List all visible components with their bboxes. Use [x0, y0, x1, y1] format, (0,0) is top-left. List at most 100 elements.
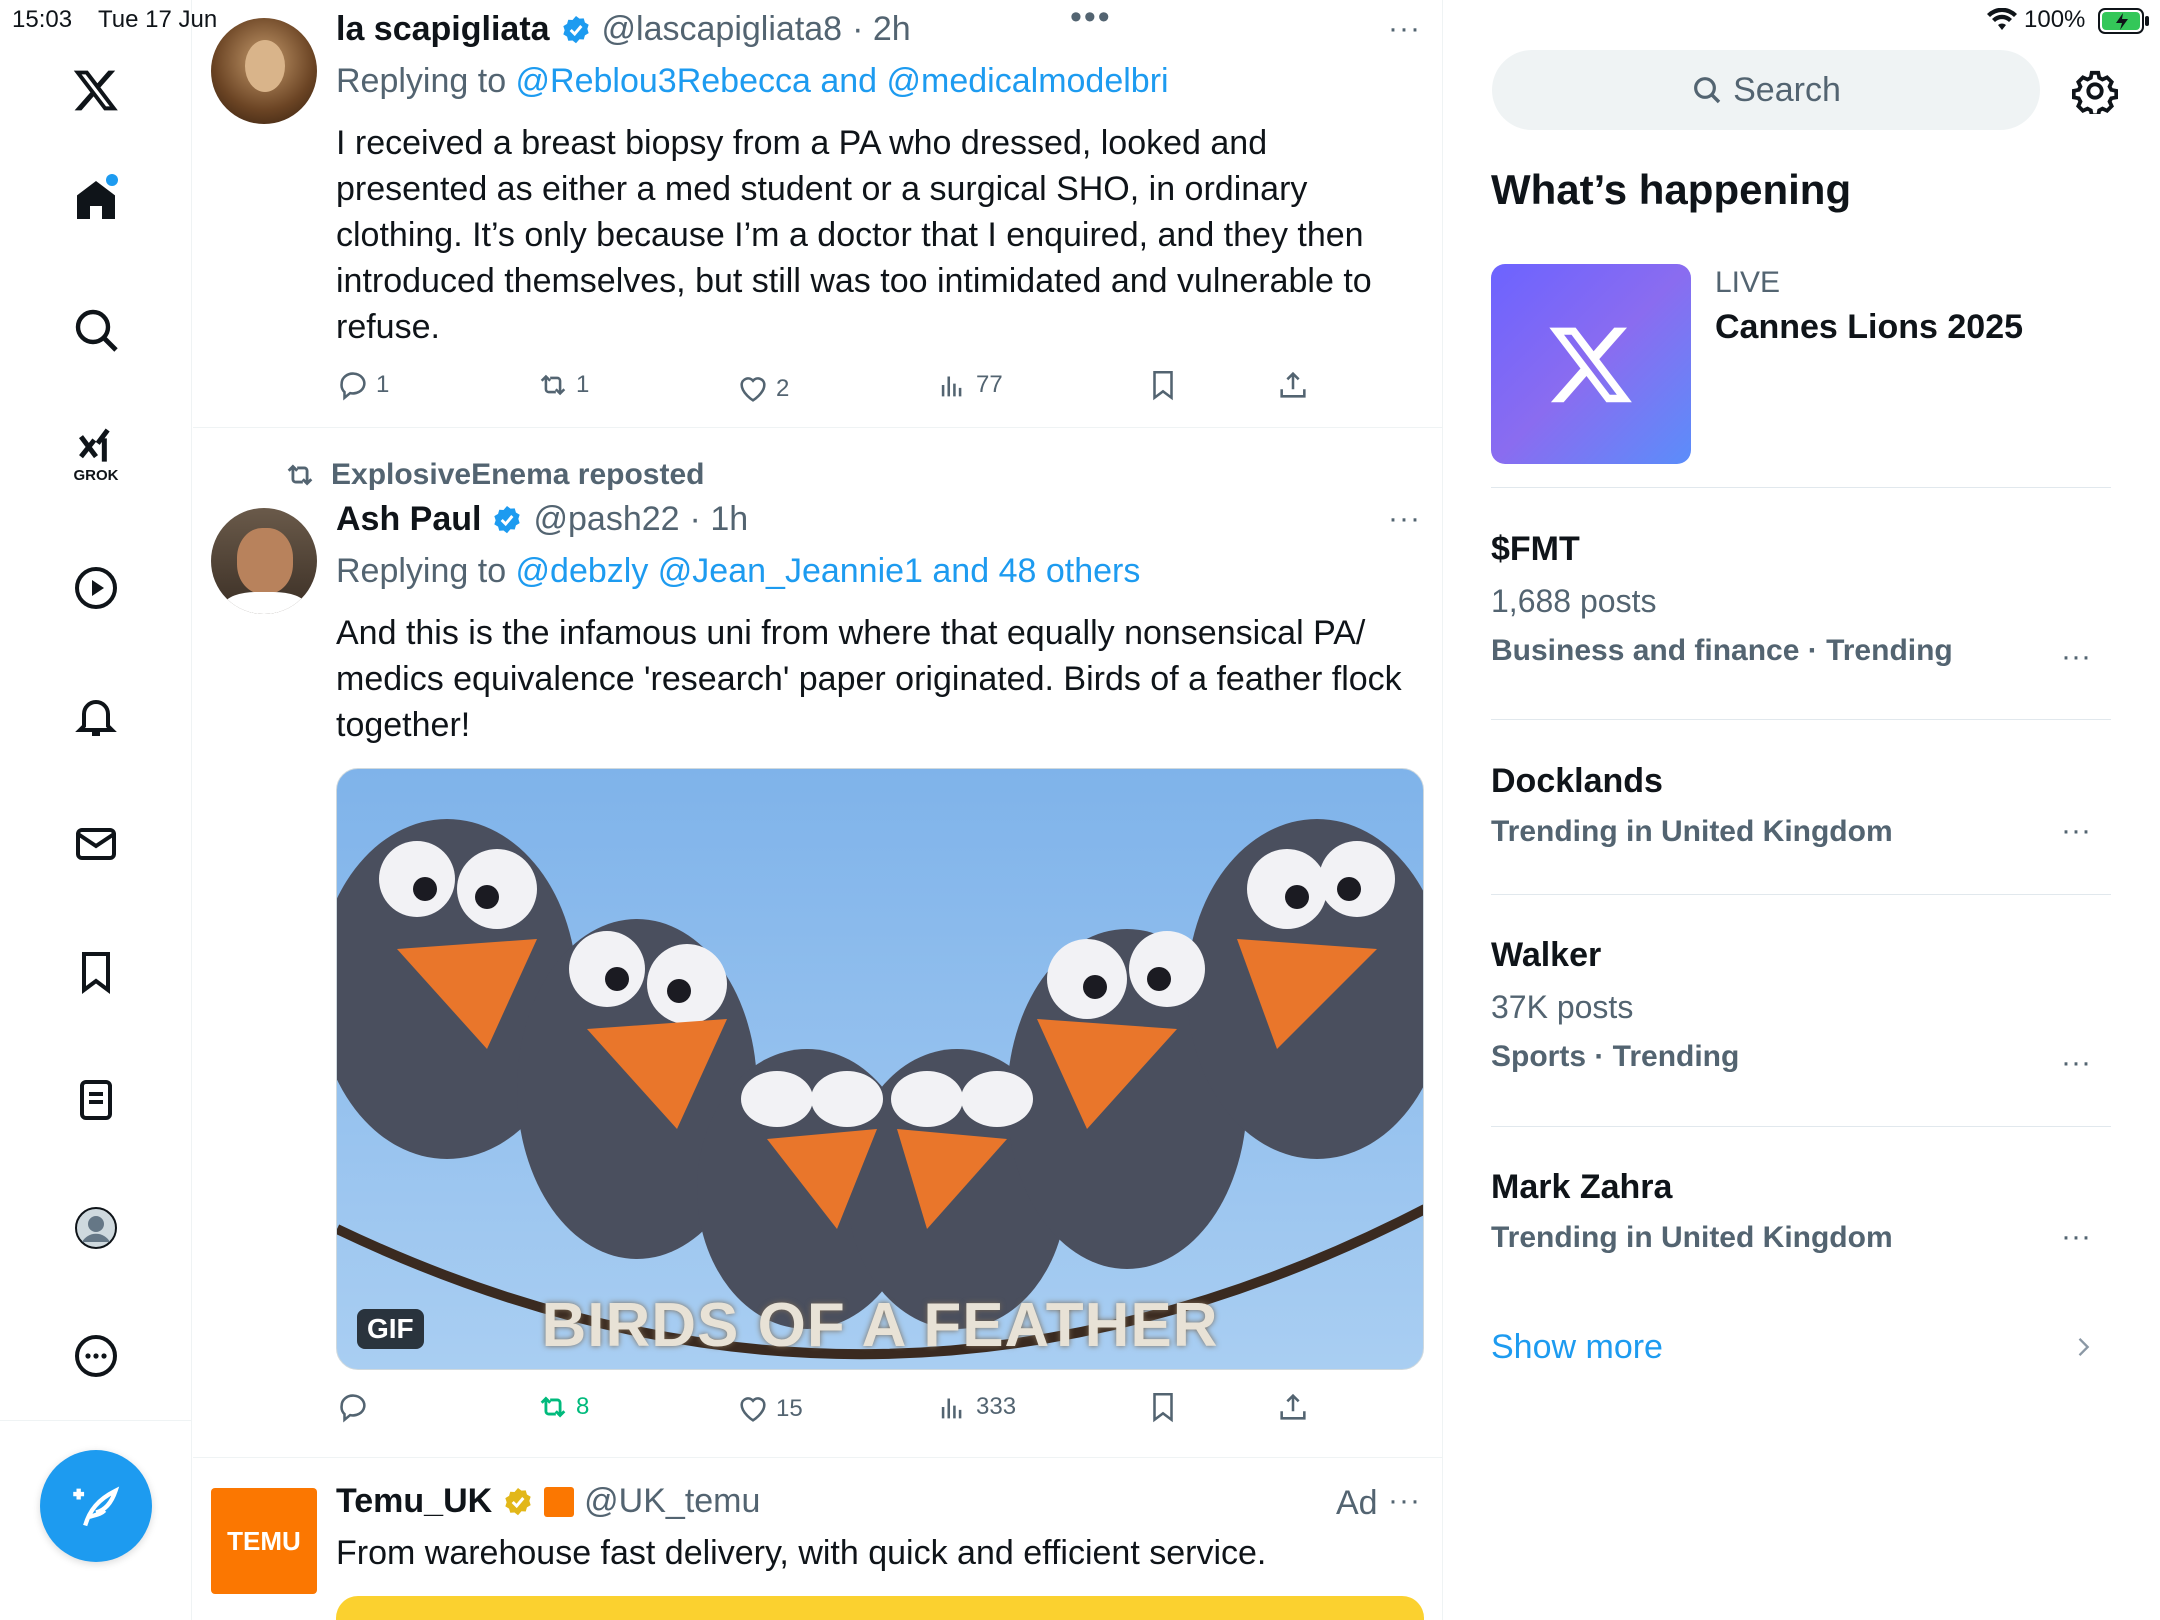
replying-prefix: Replying to — [336, 62, 516, 100]
trend-title: Mark Zahra — [1491, 1168, 1673, 1206]
gif-media[interactable]: BIRDS OF A FEATHER GIF — [336, 768, 1424, 1370]
compose-post-button[interactable] — [40, 1450, 152, 1562]
birds-illustration — [337, 819, 1423, 1360]
author-name[interactable]: la scapigliata — [336, 10, 550, 49]
featured-event-image[interactable] — [1491, 264, 1691, 464]
notifications-bell-icon[interactable] — [62, 682, 130, 750]
verified-badge-icon — [562, 15, 589, 43]
share-button[interactable] — [1276, 368, 1310, 402]
advertiser-logo-text: TEMU — [227, 1525, 301, 1556]
repost-button[interactable]: 8 — [536, 1390, 589, 1424]
like-count: 15 — [776, 1395, 803, 1422]
search-input[interactable]: Search — [1492, 50, 2040, 130]
trend-posts: 1,688 posts — [1491, 583, 1657, 619]
gold-verified-badge-icon — [505, 1487, 531, 1515]
author-name[interactable]: Temu_UK — [336, 1482, 492, 1521]
tweet-more-icon[interactable]: ··· — [1388, 12, 1421, 46]
grok-label: GROK — [73, 466, 119, 484]
sidebar-nav: GROK — [0, 0, 192, 1620]
ad-label: Ad — [1336, 1484, 1378, 1522]
tweet-more-icon[interactable]: ··· — [1388, 1484, 1421, 1518]
trend-category: Business and finance · Trending — [1491, 634, 1953, 667]
gif-badge: GIF — [357, 1309, 424, 1349]
trend-category: Sports · Trending — [1491, 1040, 1740, 1073]
tweet-text: I received a breast biopsy from a PA who… — [336, 124, 1372, 346]
heart-icon — [740, 1397, 766, 1422]
tweet-text: From warehouse fast delivery, with quick… — [336, 1534, 1267, 1572]
reply-count: 1 — [376, 371, 390, 398]
advertiser-logo[interactable]: TEMU — [211, 1488, 317, 1594]
show-more-label: Show more — [1491, 1327, 1663, 1366]
repost-small-icon — [287, 464, 313, 486]
trend-more-icon[interactable]: ··· — [2061, 640, 2091, 674]
reply-icon — [340, 1394, 366, 1423]
avatar[interactable] — [211, 508, 317, 614]
replying-handles[interactable]: @debzly @Jean_Jeannie1 and 48 others — [516, 552, 1141, 590]
trend-more-icon[interactable]: ··· — [2061, 1220, 2091, 1254]
share-button[interactable] — [1276, 1390, 1310, 1424]
trend-item[interactable]: Docklands Trending in United Kingdom ··· — [1491, 762, 2111, 882]
verified-badge-icon — [494, 505, 521, 533]
replying-prefix: Replying to — [336, 552, 516, 590]
trend-title: $FMT — [1491, 530, 1580, 568]
gif-caption: BIRDS OF A FEATHER — [541, 1291, 1219, 1360]
bookmark-button[interactable] — [1146, 368, 1180, 402]
tweet-text: And this is the infamous uni from where … — [336, 614, 1402, 744]
trend-item[interactable]: $FMT 1,688 posts Business and finance · … — [1491, 530, 2111, 710]
repost-label[interactable]: ExplosiveEnema reposted — [331, 458, 704, 492]
affiliate-badge-icon — [544, 1486, 575, 1517]
lists-icon[interactable] — [62, 1066, 130, 1134]
bookmark-icon — [1153, 1392, 1173, 1423]
reply-button[interactable] — [336, 1390, 376, 1424]
author-handle[interactable]: @pash22 — [533, 500, 679, 539]
section-title: What’s happening — [1491, 166, 1852, 213]
reply-button[interactable]: 1 — [336, 368, 389, 402]
bookmark-button[interactable] — [1146, 1390, 1180, 1424]
video-icon[interactable] — [62, 554, 130, 622]
messages-mail-icon[interactable] — [62, 810, 130, 878]
feather-plus-icon — [73, 1486, 120, 1527]
author-handle[interactable]: @lascapigliata8 — [602, 10, 843, 49]
replying-to: Replying to @Reblou3Rebecca and @medical… — [336, 62, 1169, 101]
wifi-icon — [1987, 8, 2017, 30]
profile-avatar-icon[interactable] — [62, 1194, 130, 1262]
author-name[interactable]: Ash Paul — [336, 500, 481, 539]
featured-event-title[interactable]: Cannes Lions 2025 — [1715, 308, 2023, 347]
bookmarks-icon[interactable] — [62, 938, 130, 1006]
ad-media[interactable] — [336, 1596, 1424, 1620]
x-logo-icon — [1549, 327, 1632, 403]
grok-icon[interactable]: GROK — [62, 420, 130, 488]
like-button[interactable]: 15 — [736, 1392, 803, 1426]
search-nav-icon[interactable] — [62, 296, 130, 364]
show-more-link[interactable]: Show more — [1491, 1322, 2111, 1372]
x-logo-icon[interactable] — [62, 56, 130, 124]
share-icon — [1280, 371, 1306, 398]
views-chart-icon — [941, 1398, 962, 1419]
settings-gear-icon[interactable] — [2072, 68, 2118, 114]
trend-category: Trending in United Kingdom — [1491, 815, 1893, 848]
tweet-time: · 2h — [852, 10, 911, 48]
trend-title: Docklands — [1491, 762, 1663, 800]
views-chart-icon — [941, 376, 962, 397]
views-button[interactable]: 333 — [936, 1390, 1016, 1424]
like-button[interactable]: 2 — [736, 372, 789, 406]
trend-more-icon[interactable]: ··· — [2061, 1046, 2091, 1080]
tweet-time: · 1h — [689, 500, 749, 538]
trend-item[interactable]: Mark Zahra Trending in United Kingdom ··… — [1491, 1168, 2111, 1288]
search-icon — [1694, 77, 1721, 104]
replying-handles[interactable]: @Reblou3Rebecca and @medicalmodelbri — [516, 62, 1169, 100]
like-count: 2 — [776, 375, 790, 402]
author-handle[interactable]: @UK_temu — [584, 1482, 760, 1521]
notification-dot — [106, 174, 118, 186]
heart-icon — [740, 377, 766, 402]
home-icon[interactable] — [62, 166, 130, 234]
view-count: 77 — [976, 371, 1003, 398]
more-options-icon[interactable] — [62, 1322, 130, 1390]
views-button[interactable]: 77 — [936, 368, 1003, 402]
trend-item[interactable]: Walker 37K posts Sports · Trending ··· — [1491, 936, 2111, 1116]
replying-to: Replying to @debzly @Jean_Jeannie1 and 4… — [336, 552, 1140, 591]
tweet-more-icon[interactable]: ··· — [1388, 502, 1421, 536]
avatar[interactable] — [211, 18, 317, 124]
repost-button[interactable]: 1 — [536, 368, 589, 402]
trend-more-icon[interactable]: ··· — [2061, 814, 2091, 848]
